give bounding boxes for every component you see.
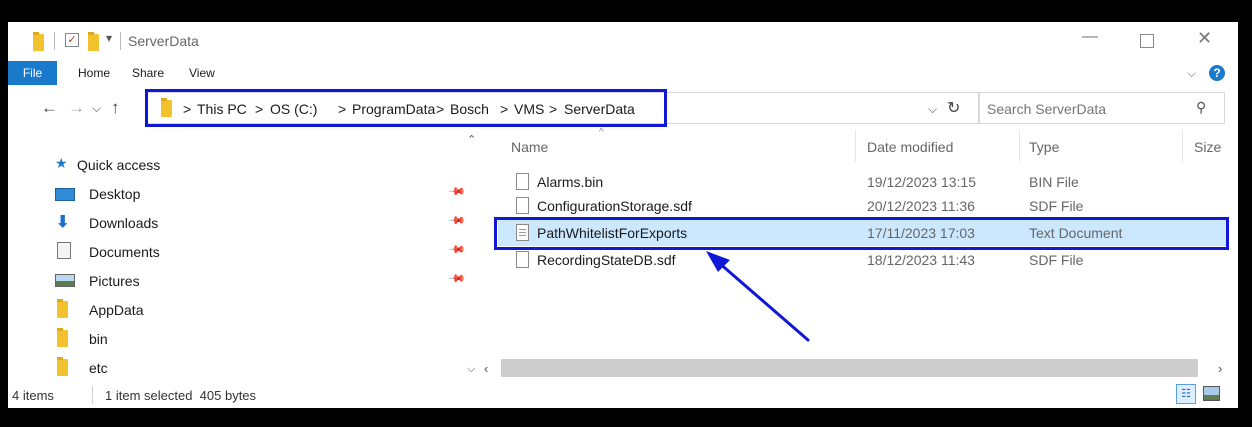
explorer-window: ✓ ▾ ServerData — ✕ File Home Share View … bbox=[8, 22, 1238, 408]
annotation-arrow bbox=[706, 251, 810, 342]
arrow-shaft bbox=[716, 260, 810, 342]
